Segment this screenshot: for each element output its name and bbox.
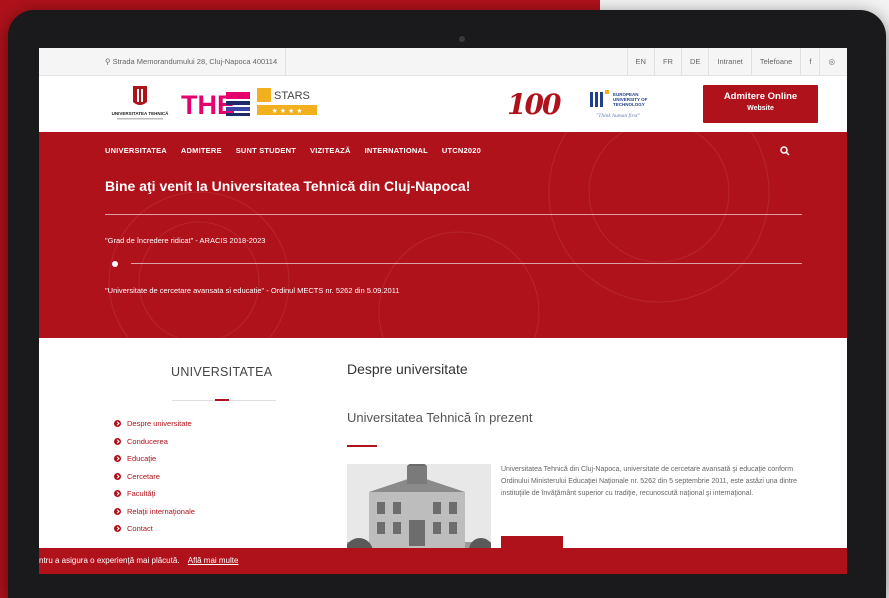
chevron-right-icon (114, 507, 121, 515)
chevron-right-icon (114, 455, 121, 463)
sidebar-item-label: Relaţii internaţionale (127, 506, 195, 516)
chevron-right-icon (114, 525, 121, 533)
phones-link[interactable]: Telefoane (750, 48, 801, 76)
nav-sunt-student[interactable]: SUNT STUDENT (236, 146, 296, 155)
chevron-right-icon (114, 420, 121, 428)
sidebar-item-label: Facultăţi (127, 489, 156, 499)
sidebar-title: UNIVERSITATEA (171, 365, 273, 379)
instagram-icon[interactable]: ◎ (819, 48, 843, 76)
sidebar-accent (215, 399, 229, 401)
sidebar-item-label: Conducerea (127, 436, 168, 446)
section-accent (347, 445, 377, 447)
nav-utcn2020[interactable]: UTCN2020 (442, 146, 481, 155)
top-links: EN FR DE Intranet Telefoane f ◎ (626, 48, 843, 76)
sidebar-item-relatii[interactable]: Relaţii internaţionale (114, 503, 195, 521)
page-title: Despre universitate (347, 361, 468, 377)
the-ranking-logo[interactable]: THE (181, 87, 251, 120)
admission-title: Admitere Online (723, 91, 798, 102)
slider-track (131, 263, 802, 264)
svg-text:★ ★ ★ ★: ★ ★ ★ ★ (272, 107, 303, 115)
stars-rating-logo[interactable]: STARS ★ ★ ★ ★ (257, 86, 319, 118)
section-title: Universitatea Tehnică în prezent (347, 410, 533, 425)
hero-divider (105, 214, 802, 215)
aracis-grade-text: "Grad de încredere ridicat" - ARACIS 201… (105, 236, 266, 245)
research-university-text: "Universitate de cercetare avansata si e… (105, 286, 400, 295)
map-pin-icon: ⚲ (105, 57, 111, 66)
lang-en-link[interactable]: EN (626, 48, 654, 76)
utcn-caption: UNIVERSITATEA TEHNICĂ (112, 110, 169, 116)
hero-pattern (108, 132, 770, 338)
logo-row: UNIVERSITATEA TEHNICĂ THE STARS ★ ★ ★ ★ … (39, 76, 847, 132)
sidebar-item-educatie[interactable]: Educaţie (114, 450, 195, 468)
sidebar-item-conducerea[interactable]: Conducerea (114, 433, 195, 451)
centenary-100-logo[interactable]: 100 (507, 88, 567, 122)
intranet-link[interactable]: Intranet (708, 48, 750, 76)
sidebar-item-label: Cercetare (127, 471, 160, 481)
nav-universitatea[interactable]: UNIVERSITATEA (105, 146, 167, 155)
chevron-right-icon (114, 490, 121, 498)
sidebar-item-label: Contact (127, 524, 153, 534)
lang-fr-link[interactable]: FR (653, 48, 681, 76)
search-icon[interactable] (780, 146, 790, 156)
read-more-button[interactable] (501, 536, 563, 548)
welcome-heading: Bine aţi venit la Universitatea Tehnică … (105, 178, 471, 194)
content-area: UNIVERSITATEA Despre universitate Conduc… (39, 338, 847, 574)
about-paragraph: Universitatea Tehnică din Cluj-Napoca, u… (501, 466, 797, 498)
nav-viziteaza[interactable]: VIZITEAZĂ (310, 146, 351, 155)
sidebar-item-facultati[interactable]: Facultăţi (114, 485, 195, 503)
nav-admitere[interactable]: ADMITERE (181, 146, 222, 155)
online-admission-button[interactable]: Admitere Online Website (703, 85, 818, 123)
sidebar-item-cercetare[interactable]: Cercetare (114, 468, 195, 486)
eut-line-3: TECHNOLOGY (613, 102, 645, 107)
sidebar-item-contact[interactable]: Contact (114, 520, 195, 538)
eut-logo[interactable]: EUROPEAN UNIVERSITY OF TECHNOLOGY "Think… (590, 88, 672, 122)
cookie-text: ntru a asigura o experienţă mai plăcută. (39, 556, 180, 565)
sidebar-item-label: Educaţie (127, 454, 157, 464)
address-info: ⚲ Strada Memorandumului 28, Cluj-Napoca … (105, 48, 287, 76)
utcn-logo[interactable]: UNIVERSITATEA TEHNICĂ (105, 84, 175, 124)
chevron-right-icon (114, 472, 121, 480)
cookie-bar: ntru a asigura o experienţă mai plăcută.… (39, 548, 847, 574)
top-info-bar: ⚲ Strada Memorandumului 28, Cluj-Napoca … (39, 48, 847, 76)
cookie-learn-more-link[interactable]: Află mai multe (188, 556, 239, 565)
hero-banner: UNIVERSITATEA ADMITERE SUNT STUDENT VIZI… (39, 132, 847, 338)
nav-international[interactable]: INTERNATIONAL (365, 146, 428, 155)
slider-dot[interactable] (112, 261, 118, 267)
sidebar-item-label: Despre universitate (127, 419, 192, 429)
facebook-icon[interactable]: f (800, 48, 819, 76)
stars-label: STARS (274, 90, 310, 102)
webcam-dot (459, 36, 465, 42)
address-text: Strada Memorandumului 28, Cluj-Napoca 40… (112, 57, 278, 66)
admission-subtitle: Website (747, 105, 774, 112)
chevron-right-icon (114, 437, 121, 445)
browser-screen: ⚲ Strada Memorandumului 28, Cluj-Napoca … (39, 48, 847, 574)
lang-de-link[interactable]: DE (680, 48, 708, 76)
main-navigation: UNIVERSITATEA ADMITERE SUNT STUDENT VIZI… (105, 146, 495, 155)
sidebar-item-despre[interactable]: Despre universitate (114, 415, 195, 433)
eut-slogan: "Think human first" (596, 112, 640, 119)
sidebar-menu: Despre universitate Conducerea Educaţie … (114, 415, 195, 538)
